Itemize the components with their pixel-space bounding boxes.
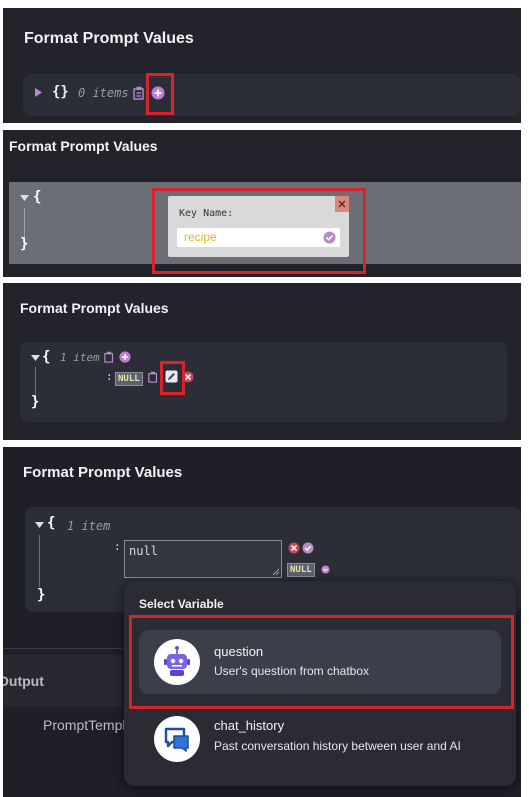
- highlight-question-item: [129, 615, 514, 709]
- copy-icon[interactable]: [104, 351, 115, 363]
- variable-name: chat_history: [214, 718, 285, 733]
- popup-title: Select Variable: [139, 597, 224, 611]
- bg-divider: [3, 648, 123, 649]
- variable-item-chat-history[interactable]: chat_history Past conversation history b…: [139, 707, 501, 771]
- items-count: 1 item: [67, 519, 111, 533]
- value-textarea[interactable]: null: [124, 540, 282, 578]
- caret-down-icon[interactable]: [31, 355, 40, 361]
- confirm-check-icon[interactable]: [302, 542, 314, 554]
- bg-prompt-template-row: PromptTempl: [3, 707, 126, 755]
- caret-down-icon[interactable]: [35, 522, 44, 528]
- panel-title: Format Prompt Values: [24, 30, 194, 47]
- json-editor: { 1 item : NULL }: [20, 342, 507, 422]
- key-colon: :: [114, 540, 121, 553]
- null-value-badge[interactable]: NULL: [115, 372, 143, 386]
- panel-key-name-dialog: Format Prompt Values { } Key Name: recip…: [3, 130, 521, 277]
- copy-icon[interactable]: [133, 86, 146, 100]
- json-brace-open: {: [42, 349, 51, 365]
- json-brace-close: }: [20, 236, 29, 252]
- copy-icon[interactable]: [148, 371, 159, 383]
- json-brace-open: {: [33, 189, 42, 205]
- caret-right-icon[interactable]: [35, 88, 42, 97]
- chevron-down-icon[interactable]: [321, 565, 330, 574]
- caret-down-icon[interactable]: [20, 195, 29, 201]
- json-brace-close: }: [31, 394, 40, 410]
- textarea-value: null: [129, 544, 158, 558]
- items-count: 1 item: [60, 351, 100, 364]
- tree-line: [24, 208, 25, 238]
- panel-one-item: Format Prompt Values { 1 item : NULL}: [3, 283, 521, 440]
- panel-title: Format Prompt Values: [23, 464, 183, 481]
- json-brace-open: {: [47, 515, 56, 531]
- json-brace: {}: [52, 84, 69, 100]
- chat-icon: [154, 716, 200, 762]
- tree-line: [39, 535, 40, 587]
- output-label: Output: [3, 673, 44, 689]
- highlight-add-button: [146, 73, 174, 115]
- cancel-icon[interactable]: [288, 542, 300, 554]
- panel-select-variable: Format Prompt Values { 1 item : null NUL…: [3, 447, 521, 797]
- json-brace-close: }: [37, 587, 46, 603]
- prompt-template-label: PromptTempl: [43, 717, 126, 733]
- variable-desc: Past conversation history between user a…: [214, 739, 461, 753]
- json-editor: {} 0 items: [23, 74, 521, 116]
- panel-empty-object: Format Prompt Values {} 0 items: [3, 8, 521, 123]
- plus-circle-icon[interactable]: [119, 351, 131, 363]
- highlight-edit-button: [160, 361, 185, 395]
- tree-line: [35, 367, 36, 395]
- resize-handle-icon[interactable]: [272, 568, 280, 576]
- items-count: 0 items: [78, 86, 129, 100]
- panel-title: Format Prompt Values: [9, 138, 158, 154]
- null-type-badge[interactable]: NULL: [287, 563, 315, 577]
- bg-output-row: Output: [3, 655, 123, 707]
- panel-title: Format Prompt Values: [20, 300, 169, 316]
- key-colon: :: [106, 370, 113, 383]
- highlight-key-dialog: [152, 188, 366, 274]
